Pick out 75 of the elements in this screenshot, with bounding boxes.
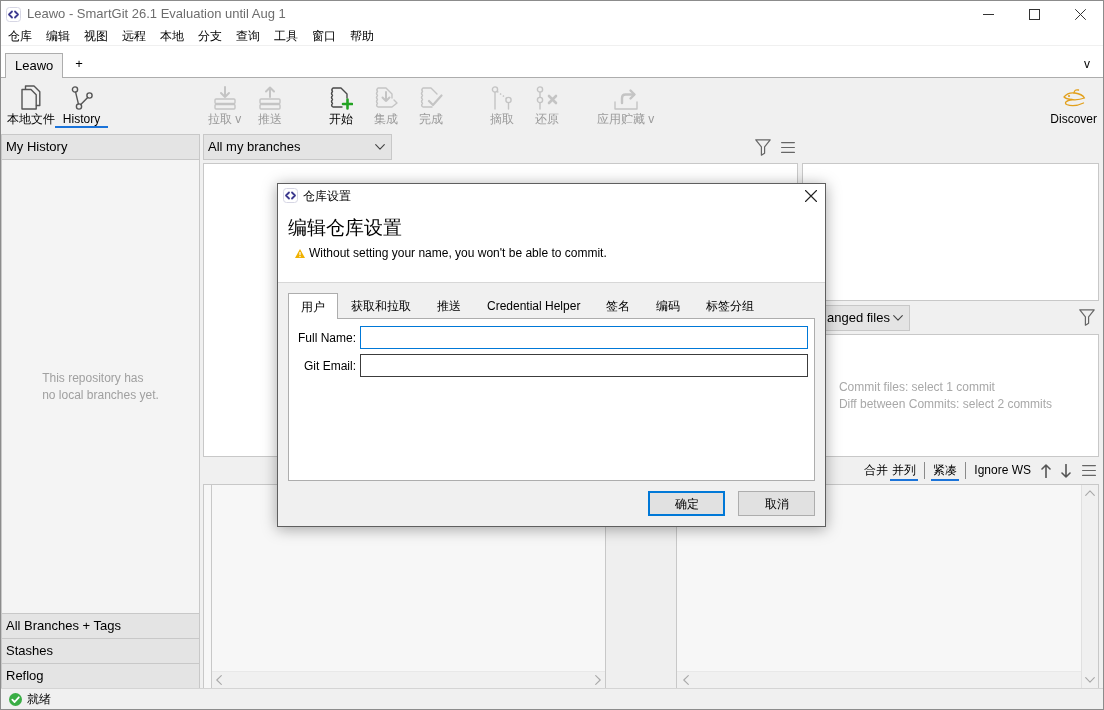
ok-check-icon [9, 692, 22, 706]
horizontal-scrollbar[interactable] [677, 671, 1081, 688]
panel-header: My History [1, 134, 200, 160]
window-title: Leawo - SmartGit 26.1 Evaluation until Aug 1 [27, 5, 286, 22]
arrow-down-icon[interactable] [1061, 463, 1071, 478]
toggle-button[interactable]: 合并 [862, 460, 891, 481]
dialog-tab[interactable]: 标签分组 [693, 293, 768, 318]
minimize-icon[interactable] [982, 13, 994, 15]
section-header[interactable]: All Branches + Tags [1, 613, 200, 638]
menu-icon[interactable] [1082, 465, 1096, 476]
files-dropdown[interactable]: anged files [826, 304, 910, 331]
view-button[interactable]: History [55, 80, 108, 128]
warning-icon [295, 249, 305, 258]
menu-item[interactable]: 编辑 [39, 27, 77, 45]
puzzle-plus-icon [328, 86, 353, 110]
dialog-button[interactable]: 取消 [738, 491, 815, 516]
dialog-button[interactable]: 确定 [648, 491, 725, 516]
toggle-button[interactable]: 并列 [890, 460, 919, 481]
app-logo-icon [283, 188, 298, 203]
hint-text: Diff between Commits: select 2 commits [838, 395, 1053, 413]
dialog-tab[interactable]: 签名 [593, 293, 644, 318]
hint-text: Commit files: select 1 commit [838, 378, 996, 396]
maximize-icon[interactable] [1028, 8, 1040, 20]
commit-nodes-icon [490, 86, 513, 110]
app-logo-icon [6, 6, 21, 22]
arrow-up-icon[interactable] [1041, 463, 1051, 478]
view-button[interactable]: 本地文件 [6, 80, 55, 128]
menu-item[interactable]: 视图 [77, 27, 115, 45]
menu-icon[interactable] [781, 141, 795, 153]
menu-item[interactable]: 查询 [229, 27, 267, 45]
menu-item[interactable]: 工具 [267, 27, 305, 45]
download-tray-icon [213, 86, 236, 110]
documents-icon [20, 85, 41, 110]
toggle-button[interactable]: Ignore WS [972, 460, 1033, 481]
close-icon[interactable] [1074, 8, 1086, 20]
tray-arrow-icon [613, 88, 638, 110]
close-icon[interactable] [805, 189, 817, 202]
section-header[interactable]: Stashes [1, 638, 200, 663]
dialog-tab[interactable]: 获取和拉取 [338, 293, 424, 318]
section-header[interactable]: Reflog [1, 663, 200, 688]
text-field[interactable] [360, 326, 808, 349]
menu-item[interactable]: 帮助 [343, 27, 381, 45]
dialog-tab[interactable]: 用户 [288, 293, 338, 319]
repository-tab[interactable]: Leawo [5, 53, 64, 78]
chevron-down-icon[interactable] [375, 144, 385, 150]
new-tab-button[interactable]: + [73, 57, 85, 71]
puzzle-check-icon [418, 86, 443, 110]
menu-item[interactable]: 窗口 [305, 27, 343, 45]
menu-item[interactable]: 分支 [191, 27, 229, 45]
dialog-heading: 编辑仓库设置 [288, 216, 402, 240]
dialog-title: 仓库设置 [303, 188, 351, 203]
field-label: Git Email: [303, 358, 356, 373]
puzzle-arrow-icon [373, 86, 398, 110]
dialog-tab[interactable]: Credential Helper [474, 293, 594, 318]
field-label: Full Name: [297, 330, 356, 345]
toolbar-button[interactable]: 开始 [318, 80, 363, 128]
dialog-tab[interactable]: 推送 [424, 293, 474, 318]
menu-item[interactable]: 仓库 [1, 27, 39, 45]
empty-message: This repository has no local branches yet. [42, 369, 159, 404]
node-cross-icon [535, 86, 558, 110]
filter-icon[interactable] [755, 138, 771, 156]
status-text: 就绪 [27, 692, 51, 706]
dialog-tab[interactable]: 编码 [643, 293, 694, 318]
filter-icon[interactable] [1079, 309, 1095, 326]
toggle-button[interactable]: 紧凑 [931, 460, 960, 481]
branch-graph-icon [70, 86, 93, 110]
chevron-down-icon[interactable] [893, 314, 903, 321]
text-field[interactable] [360, 354, 808, 377]
menu-item[interactable]: 远程 [115, 27, 153, 45]
branch-dropdown[interactable]: All my branches [203, 134, 392, 160]
menu-item[interactable]: 本地 [153, 27, 191, 45]
warning-text: Without setting your name, you won't be able to commit. [309, 246, 607, 261]
discover-button[interactable]: Discover [1050, 80, 1097, 128]
upload-tray-icon [258, 86, 281, 110]
tab-list-button[interactable]: v [1083, 57, 1091, 71]
